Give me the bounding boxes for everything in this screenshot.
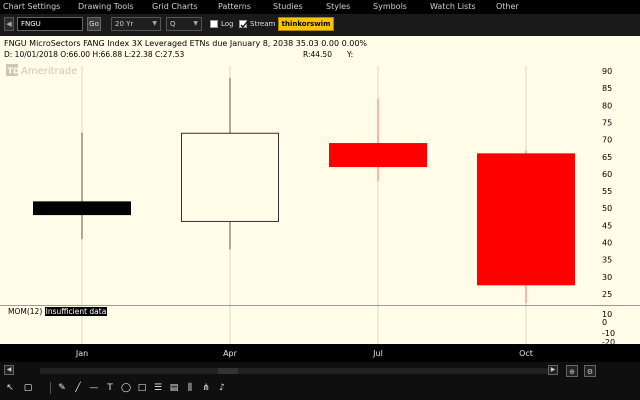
menu-bar: Chart Settings Drawing Tools Grid Charts…	[0, 0, 640, 14]
text-icon[interactable]: T	[104, 382, 116, 394]
gann-fan-icon[interactable]: ⋔	[200, 382, 212, 394]
bottom-toolbar: ◀ ▶ ⊕ ⚙ ↖ ▢ ✎ ╱ — T ◯ □ ☰ ▤ ⫼ ⋔ ♪	[0, 362, 640, 400]
y-axis-tick-label: 75	[602, 118, 612, 127]
fibonacci-icon[interactable]: ☰	[152, 382, 164, 394]
chevron-down-icon: ▼	[193, 20, 198, 27]
y-axis-tick-label: 80	[602, 101, 612, 110]
menu-styles[interactable]: Styles	[326, 2, 350, 11]
toolbar: ◀ FNGU Go 20 Yr ▼ Q ▼ Log Stream thinkor…	[0, 14, 640, 37]
cursor-icon[interactable]: ↖	[4, 382, 16, 394]
timeframe-select[interactable]: 20 Yr ▼	[111, 17, 161, 31]
y-axis-tick-label: 60	[602, 170, 612, 179]
trendline-icon[interactable]: ╱	[72, 382, 84, 394]
horizontal-line-icon[interactable]: —	[88, 382, 100, 394]
y-axis-tick-label: 35	[602, 256, 612, 265]
menu-other[interactable]: Other	[496, 2, 519, 11]
menu-drawing-tools[interactable]: Drawing Tools	[78, 2, 134, 11]
thinkorswim-button[interactable]: thinkorswim	[278, 17, 334, 31]
momentum-axis-tick-label: -10	[602, 329, 615, 338]
log-checkbox[interactable]	[210, 20, 218, 28]
y-axis-tick-label: 45	[602, 221, 612, 230]
log-label: Log	[221, 20, 234, 28]
time-axis: Jan Apr Jul Oct	[0, 344, 640, 362]
price-level-icon[interactable]: ▤	[168, 382, 180, 394]
time-axis-label: Jul	[372, 349, 383, 358]
pencil-icon[interactable]: ✎	[56, 382, 68, 394]
price-chart[interactable]: 25 30 35 40 45 50 55 60 65 70 75 80 85 90	[0, 36, 640, 306]
menu-symbols[interactable]: Symbols	[373, 2, 407, 11]
study-name: MOM(12)	[8, 307, 43, 316]
time-axis-label: Jan	[75, 349, 88, 358]
stream-checkbox[interactable]	[239, 20, 248, 28]
y-axis-tick-label: 25	[602, 290, 612, 299]
thinkorswim-label: thinkorswim	[281, 20, 331, 28]
zoom-icon[interactable]: ⊕	[566, 365, 578, 377]
candle-body	[477, 153, 575, 286]
y-axis-tick-label: 50	[602, 204, 612, 213]
aggregation-select[interactable]: Q ▼	[166, 17, 202, 31]
ellipse-icon[interactable]: ◯	[120, 382, 132, 394]
time-axis-label: Oct	[519, 349, 533, 358]
study-status: Insufficient data	[44, 307, 108, 316]
crosshair-icon[interactable]: ▢	[22, 382, 34, 394]
y-axis-tick-label: 70	[602, 136, 612, 145]
scrollbar-thumb[interactable]	[218, 368, 238, 374]
candle-body	[33, 201, 131, 216]
scroll-right-icon[interactable]: ▶	[548, 365, 558, 375]
timeframe-value: 20 Yr	[115, 20, 134, 28]
time-axis-label: Apr	[223, 349, 238, 358]
alert-bell-icon[interactable]: ♪	[216, 382, 228, 394]
menu-patterns[interactable]: Patterns	[218, 2, 251, 11]
candle-body	[329, 143, 427, 168]
rectangle-icon[interactable]: □	[136, 382, 148, 394]
checkmark-icon	[240, 21, 248, 28]
symbol-input[interactable]: FNGU	[17, 17, 83, 31]
scrollbar-track[interactable]	[40, 368, 555, 374]
chart-settings-icon[interactable]: ⚙	[584, 365, 596, 377]
momentum-study-label: MOM(12) Insufficient data	[8, 307, 108, 316]
menu-grid-charts[interactable]: Grid Charts	[152, 2, 197, 11]
stream-label: Stream	[250, 20, 276, 28]
y-axis-tick-label: 55	[602, 187, 612, 196]
time-axis-labels: Jan Apr Jul Oct	[75, 349, 533, 358]
channel-icon[interactable]: ⫼	[184, 382, 196, 394]
momentum-axis-tick-label: 0	[602, 318, 607, 327]
back-arrow-icon[interactable]: ◀	[4, 17, 14, 31]
menu-chart-settings[interactable]: Chart Settings	[3, 2, 60, 11]
aggregation-value: Q	[170, 20, 176, 28]
y-axis-tick-label: 30	[602, 273, 612, 282]
chevron-down-icon: ▼	[152, 20, 157, 27]
menu-studies[interactable]: Studies	[273, 2, 303, 11]
go-button[interactable]: Go	[87, 17, 101, 31]
scroll-left-icon[interactable]: ◀	[4, 365, 14, 375]
y-axis-tick-label: 40	[602, 239, 612, 248]
toolbar-divider	[50, 382, 51, 394]
candle-body	[181, 132, 279, 222]
y-axis-tick-label: 90	[602, 67, 612, 76]
y-axis-tick-label: 85	[602, 84, 612, 93]
y-axis-tick-label: 65	[602, 153, 612, 162]
menu-watch-lists[interactable]: Watch Lists	[430, 2, 476, 11]
